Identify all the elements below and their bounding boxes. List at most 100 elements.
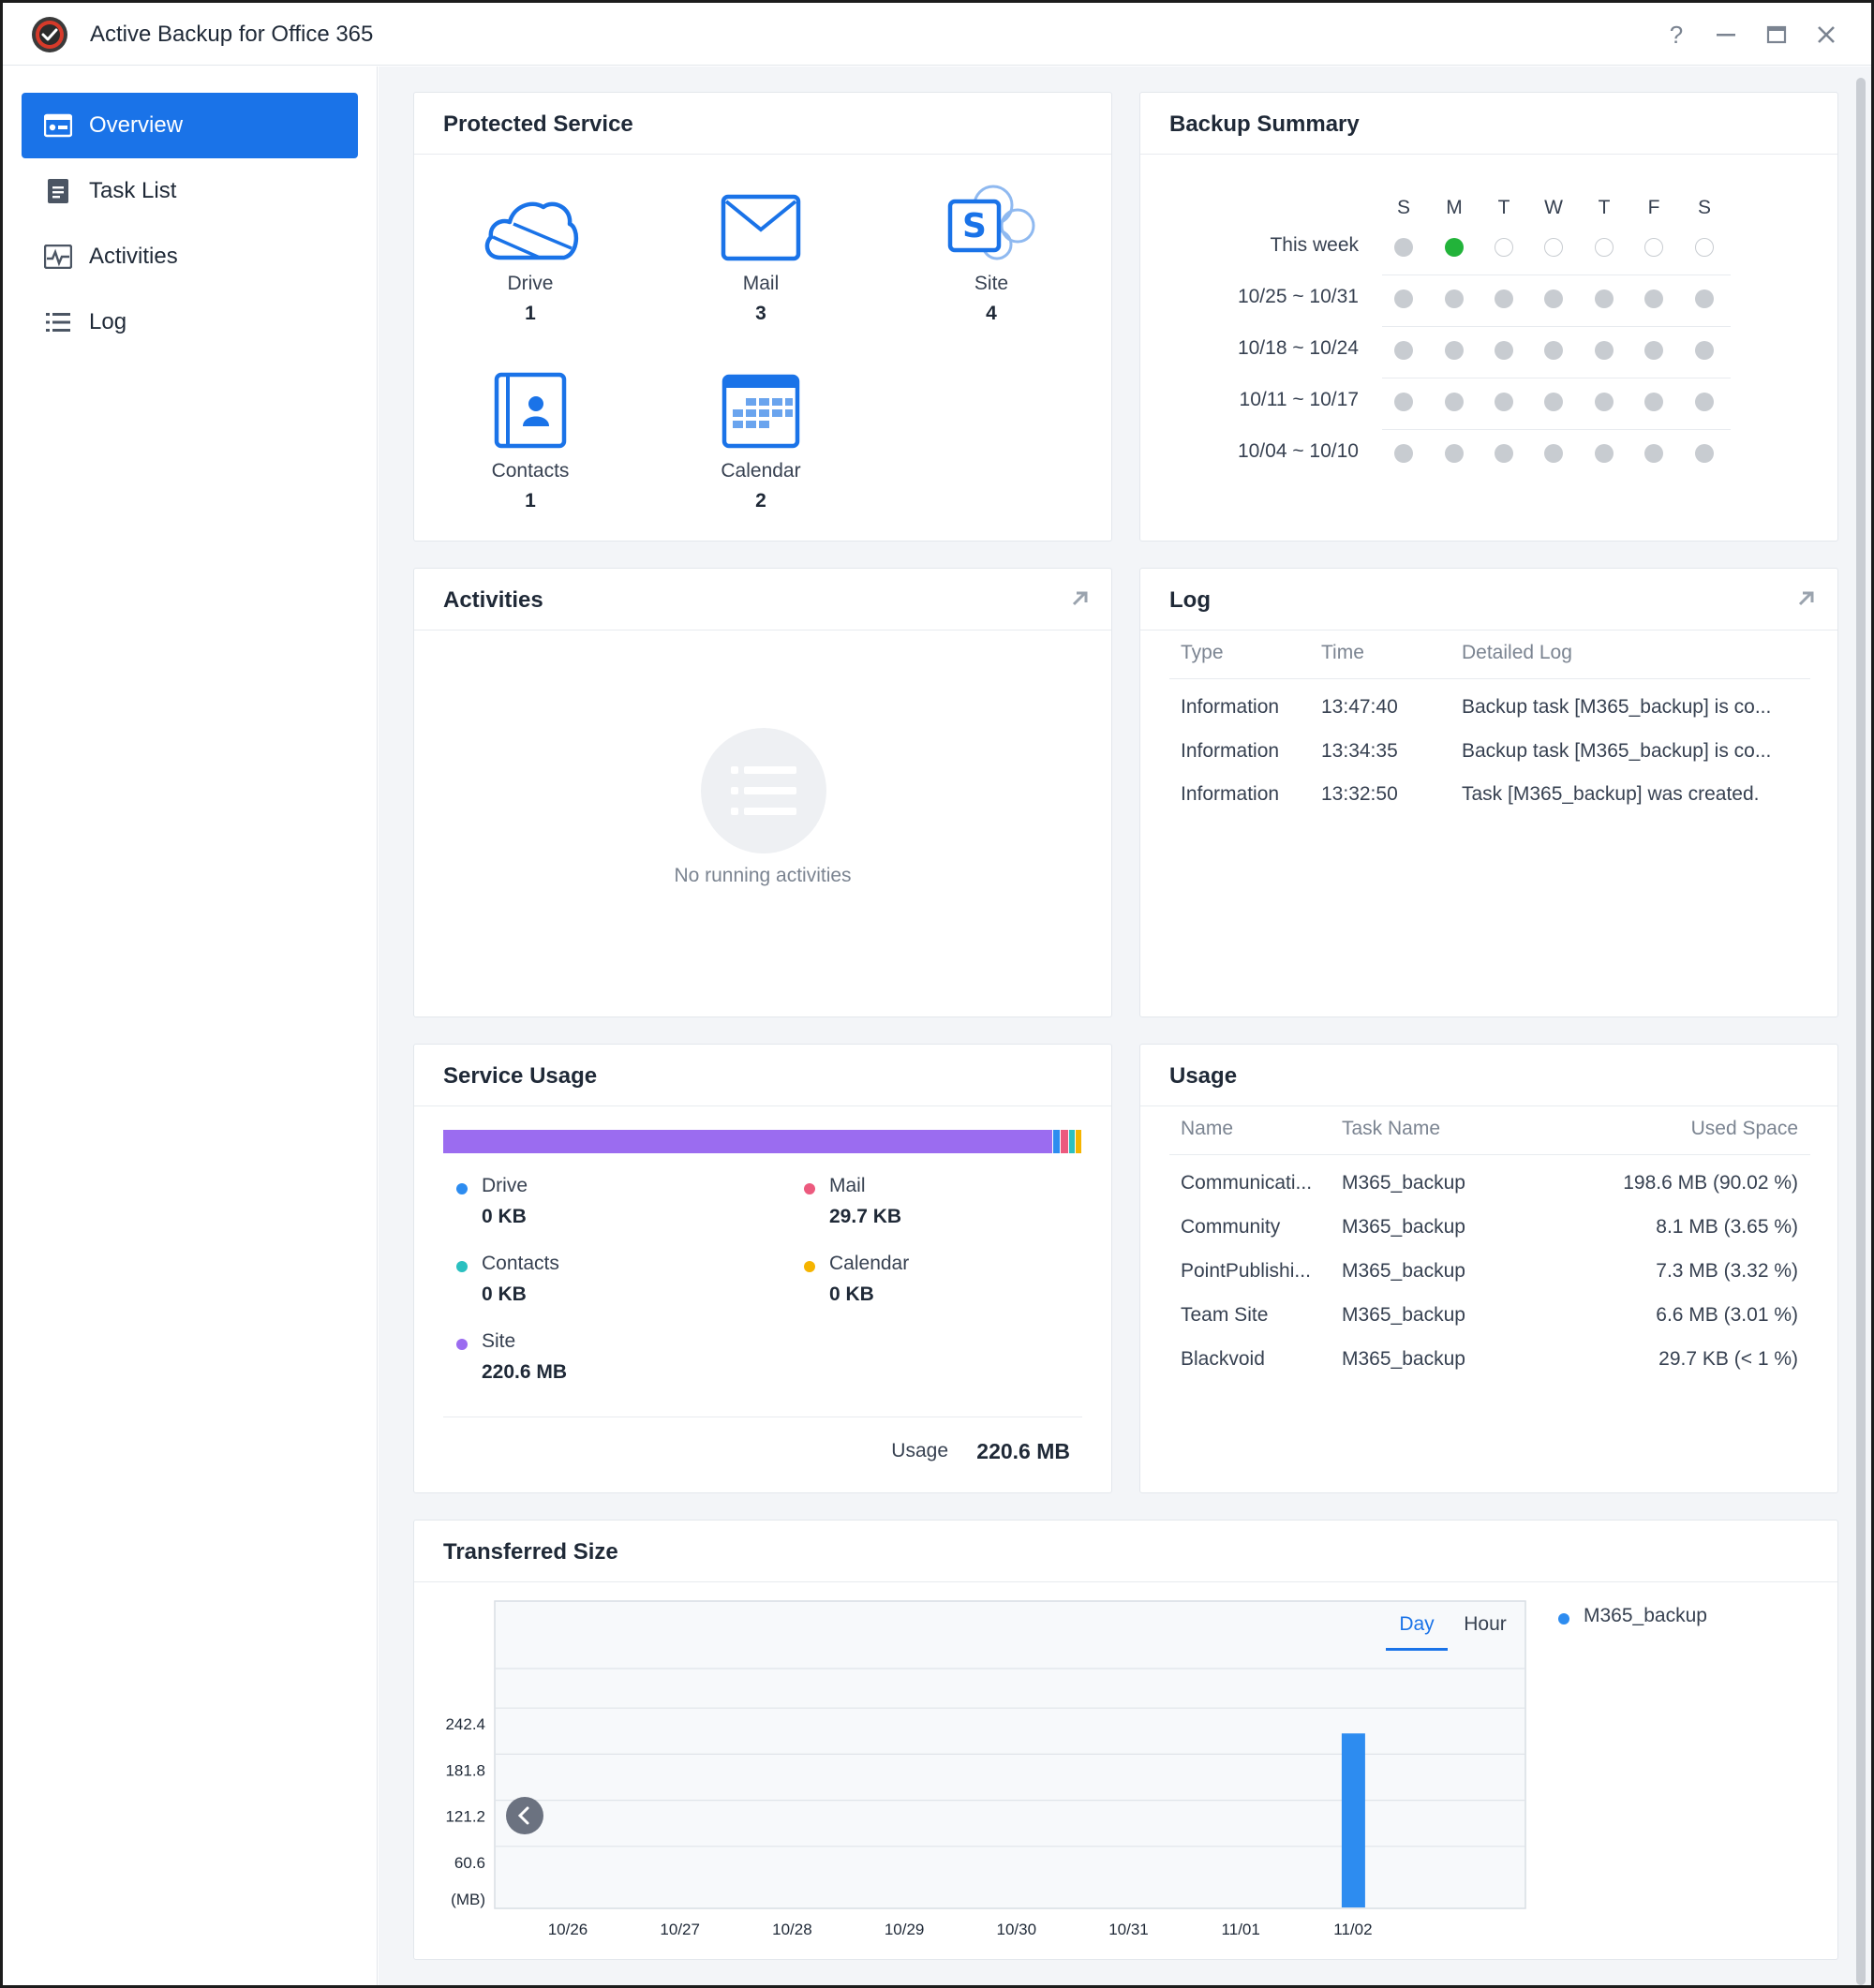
backup-status-dot[interactable] xyxy=(1644,444,1663,463)
task-name: M365_backup xyxy=(1342,1304,1465,1326)
column-header-used-space[interactable]: Used Space xyxy=(1691,1118,1798,1140)
expand-arrow-icon[interactable] xyxy=(1070,589,1089,608)
log-icon xyxy=(44,308,72,336)
backup-status-dot[interactable] xyxy=(1445,341,1464,360)
maximize-button[interactable] xyxy=(1758,16,1795,53)
legend-value: 0 KB xyxy=(482,1206,527,1227)
backup-status-dot[interactable] xyxy=(1445,393,1464,411)
usage-bar-segment[interactable] xyxy=(1076,1130,1082,1153)
help-button[interactable]: ? xyxy=(1658,16,1695,53)
empty-activities-illustration xyxy=(701,728,826,853)
main-scrollbar[interactable] xyxy=(1854,78,1867,1985)
usage-bar-segment[interactable] xyxy=(1061,1130,1069,1153)
task-name: M365_backup xyxy=(1342,1348,1465,1370)
title-bar: Active Backup for Office 365 ? xyxy=(3,3,1871,66)
legend-name: Drive xyxy=(482,1175,528,1196)
service-drive[interactable]: Drive 1 xyxy=(455,177,605,325)
backup-status-dot[interactable] xyxy=(1495,238,1513,257)
expand-arrow-icon[interactable] xyxy=(1796,589,1815,608)
service-contacts[interactable]: Contacts 1 xyxy=(455,364,605,512)
sidebar-item-activities[interactable]: Activities xyxy=(22,224,358,289)
day-header: W xyxy=(1544,197,1563,218)
column-header-type[interactable]: Type xyxy=(1181,642,1224,664)
backup-status-dot[interactable] xyxy=(1595,238,1614,257)
backup-status-dot[interactable] xyxy=(1394,341,1413,360)
minimize-button[interactable] xyxy=(1707,16,1745,53)
x-tick-label: 10/29 xyxy=(885,1921,925,1938)
service-usage-card: Service Usage Drive 0 KB Mail 29.7 KB Co… xyxy=(413,1044,1112,1493)
day-header: T xyxy=(1497,197,1510,218)
close-icon xyxy=(1818,26,1835,43)
backup-status-dot[interactable] xyxy=(1495,393,1513,411)
legend-name: Calendar xyxy=(829,1253,910,1274)
backup-status-dot[interactable] xyxy=(1695,289,1714,308)
backup-status-dot[interactable] xyxy=(1595,393,1614,411)
service-calendar[interactable]: Calendar 2 xyxy=(686,364,836,512)
site-name: Blackvoid xyxy=(1181,1348,1265,1370)
contacts-legend-dot xyxy=(456,1261,468,1272)
backup-status-dot[interactable] xyxy=(1544,341,1563,360)
total-usage-value: 220.6 MB xyxy=(976,1439,1070,1463)
plot-area xyxy=(494,1600,1526,1909)
backup-status-dot[interactable] xyxy=(1394,289,1413,308)
backup-status-dot[interactable] xyxy=(1695,393,1714,411)
backup-status-dot[interactable] xyxy=(1394,444,1413,463)
column-header-time[interactable]: Time xyxy=(1321,642,1364,664)
site-legend-dot xyxy=(456,1339,468,1350)
y-tick-label: 60.6 xyxy=(454,1854,485,1872)
chart-prev-button[interactable] xyxy=(506,1797,543,1834)
backup-status-dot[interactable] xyxy=(1595,289,1614,308)
backup-status-dot[interactable] xyxy=(1495,341,1513,360)
backup-status-dot[interactable] xyxy=(1394,393,1413,411)
backup-status-dot[interactable] xyxy=(1595,341,1614,360)
backup-status-dot[interactable] xyxy=(1445,289,1464,308)
backup-status-dot[interactable] xyxy=(1695,341,1714,360)
usage-bar-segment[interactable] xyxy=(1068,1130,1077,1153)
bar-11-02[interactable] xyxy=(1341,1733,1365,1907)
backup-status-dot[interactable] xyxy=(1595,444,1614,463)
backup-status-dot[interactable] xyxy=(1495,289,1513,308)
tab-hour[interactable]: Hour xyxy=(1454,1613,1516,1651)
sidebar-item-log[interactable]: Log xyxy=(22,289,358,355)
backup-status-dot[interactable] xyxy=(1445,238,1464,257)
backup-status-dot[interactable] xyxy=(1544,393,1563,411)
column-header-task-name[interactable]: Task Name xyxy=(1342,1118,1440,1140)
backup-status-dot[interactable] xyxy=(1394,238,1413,257)
task-name: M365_backup xyxy=(1342,1260,1465,1282)
used-space: 198.6 MB (90.02 %) xyxy=(1623,1172,1798,1194)
service-mail[interactable]: Mail 3 xyxy=(686,177,836,325)
backup-status-dot[interactable] xyxy=(1544,444,1563,463)
scrollbar-thumb[interactable] xyxy=(1856,78,1866,1985)
legend-value: 0 KB xyxy=(482,1283,527,1305)
x-tick-label: 10/28 xyxy=(772,1921,812,1938)
week-label: 10/11 ~ 10/17 xyxy=(1239,389,1359,410)
tab-day[interactable]: Day xyxy=(1386,1613,1448,1651)
backup-status-dot[interactable] xyxy=(1445,444,1464,463)
backup-status-dot[interactable] xyxy=(1544,289,1563,308)
backup-status-dot[interactable] xyxy=(1695,238,1714,257)
sidebar-item-task-list[interactable]: Task List xyxy=(22,158,358,224)
chevron-left-icon xyxy=(517,1806,529,1825)
activities-card: Activities No running activities xyxy=(413,568,1112,1017)
column-header-name[interactable]: Name xyxy=(1181,1118,1233,1140)
service-site[interactable]: S Site 4 xyxy=(916,177,1066,325)
row-separator xyxy=(1382,274,1731,275)
usage-bar-segment[interactable] xyxy=(1053,1130,1062,1153)
site-name: PointPublishi... xyxy=(1181,1260,1311,1282)
backup-status-dot[interactable] xyxy=(1644,238,1663,257)
sidebar-item-label: Activities xyxy=(89,244,178,269)
sidebar-item-overview[interactable]: Overview xyxy=(22,93,358,158)
day-header: S xyxy=(1396,197,1410,218)
backup-status-dot[interactable] xyxy=(1644,393,1663,411)
backup-status-dot[interactable] xyxy=(1644,289,1663,308)
x-tick-label: 10/27 xyxy=(660,1921,700,1938)
close-button[interactable] xyxy=(1807,16,1845,53)
backup-status-dot[interactable] xyxy=(1495,444,1513,463)
backup-status-dot[interactable] xyxy=(1644,341,1663,360)
app-window: Active Backup for Office 365 ? Overview … xyxy=(3,3,1871,1985)
sidebar: Overview Task List Activities Log xyxy=(3,67,378,1985)
backup-status-dot[interactable] xyxy=(1544,238,1563,257)
column-header-detail[interactable]: Detailed Log xyxy=(1462,642,1572,664)
backup-status-dot[interactable] xyxy=(1695,444,1714,463)
usage-bar-segment[interactable] xyxy=(443,1130,1054,1153)
